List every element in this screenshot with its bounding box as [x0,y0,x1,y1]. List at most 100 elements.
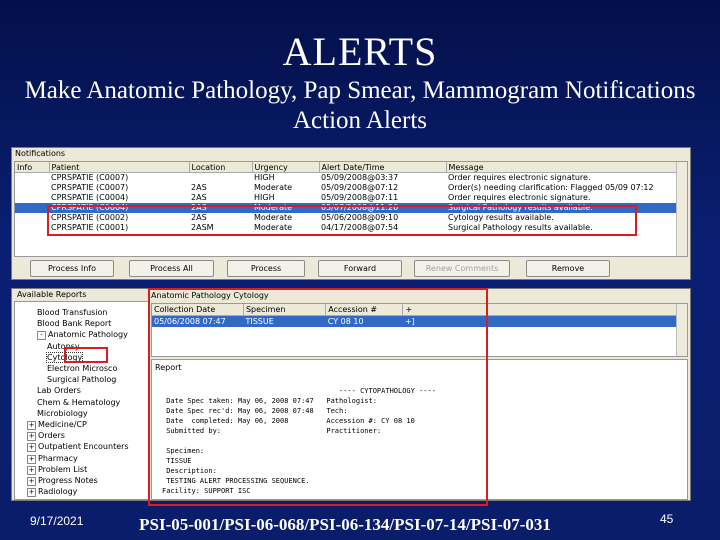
notification-cell-info [15,193,49,203]
notifications-button-renew-comments[interactable]: Renew Comments [414,260,510,277]
report-tree-item[interactable]: + Outpatient Encounters [27,442,129,453]
notifications-column-header[interactable]: Alert Date/Time [319,162,447,173]
report-label: Report [155,363,182,372]
notification-cell-location: 2AS [191,183,207,192]
available-reports-tree: Blood Transfusion Blood Bank Report - Anato… [14,301,149,500]
report-tree-item[interactable]: Electron Microsco [47,364,117,374]
notifications-button-process-info[interactable]: Process Info [30,260,114,277]
notification-row[interactable]: CPRSPATIE (C0007) 2AS Moderate 05/09/2008@0… [15,183,687,193]
notifications-button-bar: Process Info Process All Process Forward Ren… [14,259,686,277]
notification-cell-message: Surgical Pathology results available. [446,203,687,213]
notification-cell-info [15,223,49,233]
report-tree-item-label: Progress Notes [38,476,98,485]
report-tree-item[interactable]: Microbiology [37,409,88,419]
notifications-column-header[interactable]: Message [446,162,687,173]
report-tree-item[interactable]: + Problem List [27,465,87,475]
notification-cell-datetime: 05/09/2008@07:11 [321,193,399,202]
slide-reference: PSI-05-001/PSI-06-068/PSI-06-134/PSI-07-… [139,515,551,534]
report-tree-item[interactable]: + Medicine/CP [27,420,87,430]
notification-cell-message: Order requires electronic signature. [448,193,591,202]
expand-plus-icon[interactable]: + [27,454,36,464]
notification-cell-info [15,213,49,223]
report-tree-item[interactable]: Surgical Patholog [47,375,116,385]
notification-cell-location: 2AS [189,203,252,213]
notifications-button-process[interactable]: Process [227,260,305,277]
expand-plus-icon[interactable]: + [27,488,36,498]
cytology-grid: Collection Date Specimen Accession # + 05/0… [151,303,688,357]
report-tree-item-label: Radiology [38,487,78,497]
notifications-vertical-scrollbar[interactable] [676,162,687,256]
report-tree-item[interactable]: Blood Bank Report [37,319,111,329]
report-tree-item[interactable]: + Radiology [27,487,78,498]
notification-cell-patient: CPRSPATIE (C0007) [51,183,129,192]
notification-row[interactable]: CPRSPATIE (C0007) HIGH 05/09/2008@03:37 Ord… [15,173,687,184]
notification-cell-urgency: HIGH [254,193,275,202]
slide-date: 9/17/2021 [30,514,84,528]
notifications-column-header[interactable]: Location [189,162,253,173]
report-tree-item-label: Outpatient Encounters [38,442,129,452]
notification-cell-message: Order requires electronic signature. [448,173,591,182]
notification-cell-urgency: HIGH [254,173,275,182]
report-tree-item[interactable]: Autopsy [47,342,80,352]
cytology-cell-flag: +] [402,315,687,327]
notification-cell-location: 2ASM [191,223,214,232]
notifications-column-header[interactable]: Patient [49,162,190,173]
notifications-title: Notifications [12,148,690,159]
report-tree-item-label: Medicine/CP [38,420,87,429]
notifications-column-header[interactable]: Urgency [252,162,320,173]
report-tree-item-label: Blood Bank Report [37,319,112,329]
expand-plus-icon[interactable]: + [27,443,36,453]
report-tree-item[interactable]: Blood Transfusion [37,308,108,318]
cytology-column-header[interactable]: Collection Date [152,304,244,316]
notification-cell-datetime: 05/09/2008@07:12 [321,183,399,192]
cytology-column-header[interactable]: Accession # [325,304,404,316]
notifications-grid: Info Patient Location Urgency Alert Date/Tim… [14,161,688,257]
report-tree-item[interactable]: Lab Orders [37,386,81,396]
report-tree-item[interactable]: + Orders [27,431,65,442]
notification-row[interactable]: CPRSPATIE (C0004) 2AS Moderate 05/07/2008@1… [15,203,687,213]
report-text: ---- CYTOPATHOLOGY ---- Date Spec taken:… [162,387,436,495]
report-tree-item[interactable]: - Anatomic Pathology [37,330,128,341]
report-tree-item-label: Surgical Patholog [47,375,117,385]
notifications-button-process-all[interactable]: Process All [129,260,214,277]
report-tree-item-label: Blood Transfusion [37,308,108,317]
notification-cell-message: Order(s) needing clarification: Flagged … [448,183,654,192]
cytology-row[interactable]: 05/06/2008 07:47 TISSUE CY 08 10 +] [152,315,687,327]
report-tree-item-label: Problem List [38,464,88,474]
expand-plus-icon[interactable]: + [27,465,36,475]
available-reports-title: Available Reports [14,289,90,300]
cytology-cell-date: 05/06/2008 07:47 [152,315,244,327]
notification-cell-location [189,173,252,184]
notification-row[interactable]: CPRSPATIE (C0004) 2AS HIGH 05/09/2008@07:11… [15,193,687,203]
cytology-cell-specimen: TISSUE [243,315,326,327]
report-tree-item[interactable]: Chem & Hematology [37,398,120,408]
notification-cell-patient: CPRSPATIE (C0001) [51,223,129,232]
notifications-panel: Notifications Info Patient Location Urgency… [11,147,691,280]
cytology-column-header[interactable]: Specimen [243,304,327,316]
notification-row[interactable]: CPRSPATIE (C0002) 2AS Moderate 05/06/2008@0… [15,213,687,223]
notification-cell-datetime: 05/07/2008@11:20 [319,203,446,213]
notifications-column-header[interactable]: Info [15,162,50,173]
notification-cell-patient: CPRSPATIE (C0007) [51,173,129,182]
report-tree-item[interactable]: + Pharmacy [27,454,78,464]
report-tree-item-label: Microbiology [37,408,88,418]
expand-plus-icon[interactable]: + [27,477,36,486]
expand-plus-icon[interactable]: + [27,432,36,442]
notifications-button-remove[interactable]: Remove [526,260,610,277]
cytology-column-header[interactable]: + [402,304,687,316]
notification-cell-patient: CPRSPATIE (C0004) [51,193,129,202]
cytology-vertical-scrollbar[interactable] [676,304,687,356]
slide-subtitle: Make Anatomic Pathology, Pap Smear, Mamm… [24,77,696,134]
report-tree-item-label: Pharmacy [38,453,78,463]
collapse-minus-icon[interactable]: - [37,331,46,341]
report-tree-item[interactable]: + Progress Notes [27,476,98,486]
reports-panel: Available Reports Blood Transfusion Blood… [11,288,691,501]
notification-cell-info [15,173,49,184]
notification-row[interactable]: CPRSPATIE (C0001) 2ASM Moderate 04/17/2008@… [15,223,687,233]
notification-cell-location: 2AS [191,213,207,222]
notifications-button-forward[interactable]: Forward [318,260,402,277]
report-tree-item[interactable]: Cytology [45,351,84,363]
cytology-title: Anatomic Pathology Cytology [151,291,269,300]
notification-cell-info [15,183,49,193]
expand-plus-icon[interactable]: + [27,421,36,430]
